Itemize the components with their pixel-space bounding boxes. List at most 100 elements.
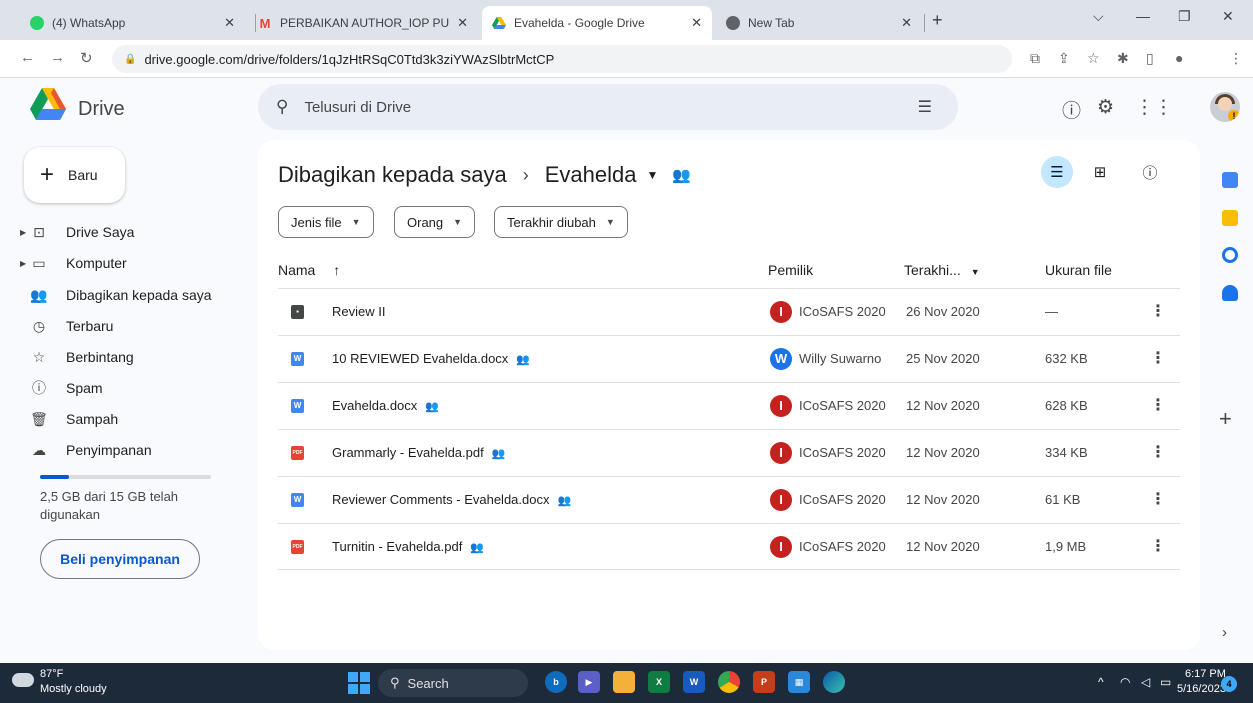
- volume-icon[interactable]: ◁: [1141, 675, 1150, 689]
- taskbar-clock[interactable]: 6:17 PM 5/16/2023: [1177, 667, 1226, 697]
- filter-people-chip[interactable]: Orang ▼: [394, 206, 476, 238]
- extensions-puzzle-icon[interactable]: ✱: [1117, 50, 1129, 67]
- microsoft-store-icon[interactable]: ▦: [788, 671, 810, 693]
- keep-icon[interactable]: [1222, 210, 1238, 226]
- tasks-icon[interactable]: [1222, 247, 1238, 263]
- more-actions-icon[interactable]: ⋮: [1150, 348, 1166, 368]
- breadcrumb-current-folder[interactable]: Evahelda: [545, 162, 637, 188]
- more-actions-icon[interactable]: ⋮: [1150, 536, 1166, 556]
- reload-icon[interactable]: ↻: [80, 49, 93, 67]
- taskbar-search[interactable]: ⚲ Search: [378, 669, 528, 697]
- drive-search-bar[interactable]: ⚲ Telusuri di Drive ☰: [258, 84, 958, 130]
- new-tab-plus-icon[interactable]: +: [932, 10, 943, 31]
- sidebar-item-dibagikan-kepada-saya[interactable]: 👥 Dibagikan kepada saya: [20, 281, 240, 309]
- file-row[interactable]: PDF Turnitin - Evahelda.pdf 👥 I ICoSAFS 2020…: [278, 523, 1180, 570]
- close-tab-icon[interactable]: ✕: [901, 15, 912, 31]
- more-actions-icon[interactable]: ⋮: [1150, 301, 1166, 321]
- address-bar[interactable]: 🔒 drive.google.com/drive/folders/1qJzHtR…: [112, 45, 1012, 73]
- teams-icon[interactable]: ▶: [578, 671, 600, 693]
- sidebar-item-berbintang[interactable]: ☆ Berbintang: [20, 343, 240, 371]
- chrome-taskbar-icon[interactable]: [718, 671, 740, 693]
- sidebar-item-komputer[interactable]: ▶ ▭ Komputer: [20, 249, 240, 277]
- bing-icon[interactable]: b: [545, 671, 567, 693]
- forward-arrow-icon[interactable]: →: [50, 49, 65, 66]
- file-name[interactable]: Turnitin - Evahelda.pdf 👥: [332, 539, 484, 554]
- column-header-owner[interactable]: Pemilik: [768, 262, 813, 278]
- close-tab-icon[interactable]: ✕: [224, 15, 235, 31]
- file-row[interactable]: W Reviewer Comments - Evahelda.docx 👥 I ICoS…: [278, 476, 1180, 523]
- sidebar-item-penyimpanan[interactable]: ☁ Penyimpanan: [20, 436, 240, 464]
- more-actions-icon[interactable]: ⋮: [1150, 442, 1166, 462]
- folder-dropdown-icon[interactable]: ▼: [646, 168, 658, 182]
- close-window-icon[interactable]: ✕: [1222, 8, 1234, 25]
- windows-start-icon[interactable]: [348, 672, 370, 694]
- browser-tab-gmail[interactable]: M PERBAIKAN AUTHOR_IOP PUBLIS ✕: [248, 6, 478, 40]
- edge-icon[interactable]: [823, 671, 845, 693]
- breadcrumb-shared-with-me[interactable]: Dibagikan kepada saya: [278, 162, 507, 188]
- details-info-icon[interactable]: ⓘ: [1134, 156, 1166, 188]
- back-arrow-icon[interactable]: ←: [20, 49, 35, 66]
- column-header-size[interactable]: Ukuran file: [1045, 262, 1112, 278]
- account-avatar[interactable]: !: [1210, 92, 1240, 122]
- shared-folder-icon[interactable]: 👥: [672, 166, 691, 184]
- filter-file-type-chip[interactable]: Jenis file ▼: [278, 206, 374, 238]
- sort-arrow-up-icon[interactable]: ↑: [333, 262, 340, 278]
- grid-view-icon[interactable]: ⊞: [1084, 156, 1116, 188]
- tab-search-chevron-icon[interactable]: ⌵: [1093, 8, 1104, 25]
- column-header-modified[interactable]: Terakhi... ▼: [904, 262, 980, 278]
- new-button[interactable]: + Baru: [24, 147, 125, 203]
- notification-badge[interactable]: 4: [1221, 676, 1237, 692]
- more-actions-icon[interactable]: ⋮: [1150, 395, 1166, 415]
- profile-icon[interactable]: ●: [1175, 50, 1183, 66]
- minimize-icon[interactable]: —: [1136, 8, 1150, 24]
- word-icon[interactable]: W: [683, 671, 705, 693]
- sidebar-item-sampah[interactable]: 🗑 Sampah: [20, 405, 240, 433]
- wifi-icon[interactable]: ◠: [1120, 675, 1130, 689]
- file-name[interactable]: Evahelda.docx 👥: [332, 398, 439, 413]
- chrome-menu-icon[interactable]: ⋮: [1229, 50, 1243, 67]
- file-name[interactable]: Reviewer Comments - Evahelda.docx 👥: [332, 492, 571, 507]
- browser-tab-new-tab[interactable]: New Tab ✕: [716, 6, 922, 40]
- get-addons-plus-icon[interactable]: +: [1219, 406, 1232, 432]
- help-icon[interactable]: ⓘ: [1062, 96, 1081, 123]
- filter-lines-icon[interactable]: ☰: [1041, 156, 1073, 188]
- file-row[interactable]: PDF Grammarly - Evahelda.pdf 👥 I ICoSAFS 202…: [278, 429, 1180, 476]
- search-options-icon[interactable]: ☰: [918, 97, 932, 117]
- settings-gear-icon[interactable]: ⚙: [1097, 96, 1114, 119]
- apps-grid-icon[interactable]: ⋮⋮: [1135, 96, 1173, 119]
- browser-tab-whatsapp[interactable]: (4) WhatsApp ✕: [20, 6, 245, 40]
- file-row[interactable]: W 10 REVIEWED Evahelda.docx 👥 W Willy Suwarn…: [278, 335, 1180, 382]
- share-icon[interactable]: ⇪: [1058, 50, 1070, 67]
- close-tab-icon[interactable]: ✕: [691, 15, 702, 31]
- expand-caret-icon[interactable]: ▶: [20, 228, 30, 237]
- column-header-name[interactable]: Nama ↑: [278, 262, 340, 278]
- filter-modified-chip[interactable]: Terakhir diubah ▼: [494, 206, 628, 238]
- sidebar-item-spam[interactable]: ⓘ Spam: [20, 374, 240, 402]
- close-tab-icon[interactable]: ✕: [457, 15, 468, 31]
- excel-icon[interactable]: X: [648, 671, 670, 693]
- google-drive-logo-icon[interactable]: [30, 86, 66, 122]
- restore-icon[interactable]: ❐: [1178, 8, 1191, 25]
- battery-icon[interactable]: ▭: [1160, 675, 1171, 689]
- search-icon[interactable]: ⚲: [276, 97, 288, 117]
- file-name[interactable]: Review II: [332, 304, 385, 319]
- show-side-panel-chevron-icon[interactable]: ›: [1222, 624, 1227, 641]
- expand-caret-icon[interactable]: ▶: [20, 259, 30, 268]
- file-row[interactable]: W Evahelda.docx 👥 I ICoSAFS 2020 12 Nov 2020 6…: [278, 382, 1180, 429]
- bookmark-star-icon[interactable]: ☆: [1087, 50, 1100, 67]
- powerpoint-icon[interactable]: P: [753, 671, 775, 693]
- sidebar-item-drive-saya[interactable]: ▶ ⊡ Drive Saya: [20, 218, 240, 246]
- install-app-icon[interactable]: ⧉: [1030, 50, 1040, 67]
- browser-tab-drive[interactable]: Evahelda - Google Drive ✕: [482, 6, 712, 40]
- buy-storage-button[interactable]: Beli penyimpanan: [40, 539, 200, 579]
- file-name[interactable]: Grammarly - Evahelda.pdf 👥: [332, 445, 505, 460]
- calendar-icon[interactable]: [1222, 172, 1238, 188]
- tray-chevron-up-icon[interactable]: ^: [1098, 675, 1104, 689]
- weather-temperature[interactable]: 87°F: [40, 668, 63, 680]
- file-name[interactable]: 10 REVIEWED Evahelda.docx 👥: [332, 351, 530, 366]
- sidebar-item-terbaru[interactable]: ◷ Terbaru: [20, 312, 240, 340]
- file-explorer-icon[interactable]: [613, 671, 635, 693]
- file-row[interactable]: ▪ Review II I ICoSAFS 2020 26 Nov 2020 — ⋮: [278, 288, 1180, 335]
- side-panel-icon[interactable]: ▯: [1146, 50, 1154, 67]
- more-actions-icon[interactable]: ⋮: [1150, 489, 1166, 509]
